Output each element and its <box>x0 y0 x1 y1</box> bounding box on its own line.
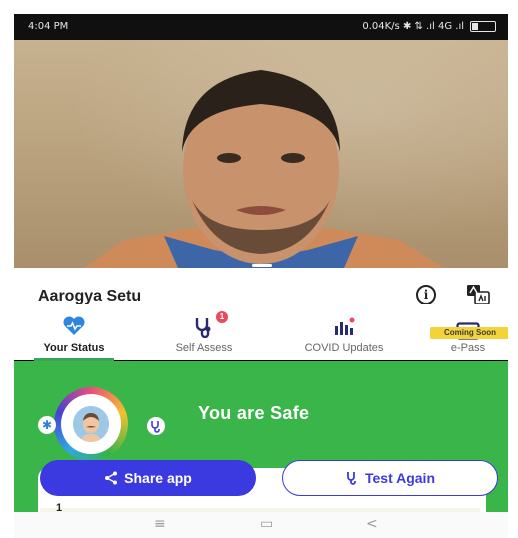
notification-badge: 1 <box>216 311 228 323</box>
bluetooth-icon: ✱ <box>38 416 56 434</box>
network-indicators: 0.04K/s ✱ ⇅ .ıl 4G .ıl <box>362 21 464 32</box>
back-icon[interactable]: < <box>366 516 378 532</box>
person-video-image <box>84 70 444 268</box>
tab-label: Your Status <box>43 342 105 354</box>
tab-your-status[interactable]: Your Status <box>34 304 114 360</box>
stethoscope-icon <box>147 417 165 435</box>
language-icon[interactable] <box>466 284 490 306</box>
status-ring <box>54 387 128 461</box>
heart-icon <box>63 316 85 335</box>
home-icon[interactable]: ▭ <box>260 516 273 532</box>
tab-covid-updates[interactable]: COVID Updates <box>286 304 402 360</box>
test-again-button[interactable]: Test Again <box>282 460 498 496</box>
video-feed <box>14 40 508 268</box>
share-icon <box>105 471 118 485</box>
status-indicators: 0.04K/s ✱ ⇅ .ıl 4G .ıl <box>362 21 496 32</box>
info-icon[interactable]: i <box>416 285 436 305</box>
safety-status-text: You are Safe <box>198 403 310 423</box>
chart-icon <box>335 317 355 335</box>
status-bar: 4:04 PM 0.04K/s ✱ ⇅ .ıl 4G .ıl <box>14 14 508 40</box>
tab-label: Self Assess <box>175 342 233 354</box>
status-panel: ✱ You are Safe <box>14 361 508 528</box>
phone-screen: 4:04 PM 0.04K/s ✱ ⇅ .ıl 4G .ıl Aarogya S… <box>14 14 508 538</box>
menu-icon[interactable]: ≡ <box>154 516 166 532</box>
test-again-label: Test Again <box>364 470 435 486</box>
share-app-label: Share app <box>124 470 192 486</box>
drag-handle[interactable] <box>252 264 272 267</box>
coming-soon-tag: Coming Soon <box>430 327 508 339</box>
tab-label: e-Pass <box>450 342 486 354</box>
ring-inner <box>61 394 121 454</box>
stethoscope-icon <box>347 472 356 485</box>
stethoscope-icon <box>195 318 211 338</box>
avatar <box>73 406 109 442</box>
system-nav-bar: ≡ ▭ < <box>14 512 508 538</box>
battery-icon <box>470 21 496 32</box>
tab-self-assess[interactable]: 1 Self Assess <box>154 304 254 360</box>
tab-label: COVID Updates <box>304 342 384 354</box>
share-app-button[interactable]: Share app <box>40 460 256 496</box>
status-time: 4:04 PM <box>28 21 69 32</box>
